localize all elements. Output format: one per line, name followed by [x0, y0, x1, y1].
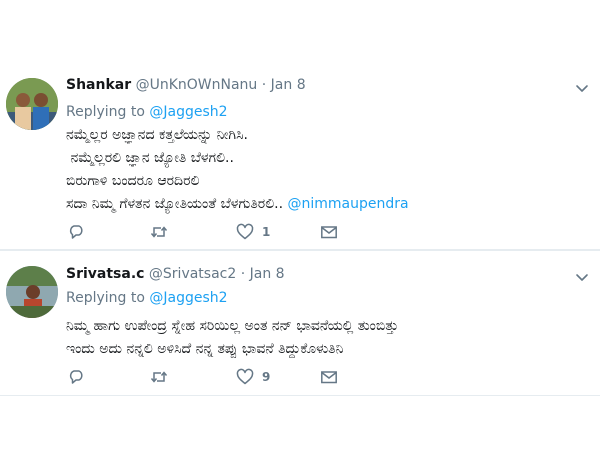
- mention-link[interactable]: @nimmaupendra: [287, 196, 408, 212]
- retweet-icon: [150, 226, 168, 238]
- like-count: 9: [262, 370, 271, 384]
- reply-button[interactable]: [68, 367, 86, 387]
- heart-icon: [236, 223, 254, 240]
- chevron-down-icon[interactable]: [574, 80, 590, 96]
- like-button[interactable]: 1: [236, 222, 270, 242]
- replying-to: Replying to @Jaggesh2: [66, 103, 228, 121]
- tweet[interactable]: Srivatsa.c @Srivatsac2 · Jan 8 Replying …: [0, 250, 600, 396]
- separator-dot: ·: [261, 77, 267, 93]
- display-name[interactable]: Srivatsa.c: [66, 266, 144, 282]
- user-handle[interactable]: @Srivatsac2: [149, 266, 236, 282]
- message-icon: [321, 371, 337, 384]
- replying-to-label: Replying to: [66, 104, 145, 120]
- tweet-header: Shankar @UnKnOWnNanu · Jan 8: [66, 76, 306, 94]
- tweet-text: ನಮ್ಮೆಲ್ಲರ ಅಜ್ಞಾನದ ಕತ್ತಲೆಯನ್ನು ನೀಗಿಸಿ. ನಮ…: [66, 124, 586, 216]
- direct-message-button[interactable]: [320, 222, 338, 242]
- tweet-actions: 9: [66, 367, 366, 387]
- tweet[interactable]: Shankar @UnKnOWnNanu · Jan 8 Replying to…: [0, 62, 600, 250]
- reply-icon: [69, 225, 83, 239]
- tweet-actions: 1: [66, 222, 366, 242]
- retweet-button[interactable]: [150, 222, 168, 242]
- tweet-text-line: ಬಿರುಗಾಳಿ ಬಂದರೂ ಆರದಿರಲಿ: [66, 173, 200, 189]
- replying-to: Replying to @Jaggesh2: [66, 289, 228, 307]
- tweet-text-line: ಇಂದು ಅದು ನನ್ನಲಿ ಅಳಿಸಿದೆ ನನ್ನ ತಪ್ಪು ಭಾವನೆ…: [66, 341, 344, 357]
- message-icon: [321, 226, 337, 239]
- replying-to-mention[interactable]: @Jaggesh2: [149, 104, 227, 120]
- tweet-text-line: ನಮ್ಮೆಲ್ಲರಲಿ ಜ್ಞಾನ ಜ್ಯೋತಿ ಬೆಳಗಲಿ..: [66, 150, 234, 166]
- tweet-text: ನಿಮ್ಮ ಹಾಗು ಉಪೇಂದ್ರ ಸ್ನೇಹ ಸರಿಯಿಲ್ಲ ಅಂತ ನನ…: [66, 315, 586, 361]
- tweet-text-line: ನಮ್ಮೆಲ್ಲರ ಅಜ್ಞಾನದ ಕತ್ತಲೆಯನ್ನು ನೀಗಿಸಿ.: [66, 127, 248, 143]
- tweet-text-line: ನಿಮ್ಮ ಹಾಗು ಉಪೇಂದ್ರ ಸ್ನೇಹ ಸರಿಯಿಲ್ಲ ಅಂತ ನನ…: [66, 318, 399, 334]
- reply-icon: [69, 370, 83, 384]
- tweet-text-line: ಸದಾ ನಿಮ್ಮ ಗೆಳತನ ಜ್ಯೋತಿಯಂತೆ ಬೆಳಗುತಿರಲಿ.. …: [66, 193, 586, 216]
- tweet-date[interactable]: Jan 8: [271, 77, 306, 93]
- replying-to-label: Replying to: [66, 290, 145, 306]
- separator-dot: ·: [240, 266, 246, 282]
- tweet-text-segment: ಸದಾ ನಿಮ್ಮ ಗೆಳತನ ಜ್ಯೋತಿಯಂತೆ ಬೆಳಗುತಿರಲಿ..: [66, 196, 284, 212]
- avatar[interactable]: [6, 266, 58, 318]
- direct-message-button[interactable]: [320, 367, 338, 387]
- retweet-icon: [150, 371, 168, 383]
- tweet-header: Srivatsa.c @Srivatsac2 · Jan 8: [66, 265, 285, 283]
- like-count: 1: [262, 225, 271, 239]
- chevron-down-icon[interactable]: [574, 269, 590, 285]
- heart-icon: [236, 368, 254, 385]
- tweet-date[interactable]: Jan 8: [250, 266, 285, 282]
- reply-button[interactable]: [68, 222, 86, 242]
- display-name[interactable]: Shankar: [66, 77, 131, 93]
- user-handle[interactable]: @UnKnOWnNanu: [136, 77, 258, 93]
- like-button[interactable]: 9: [236, 367, 270, 387]
- avatar[interactable]: [6, 78, 58, 130]
- retweet-button[interactable]: [150, 367, 168, 387]
- replying-to-mention[interactable]: @Jaggesh2: [149, 290, 227, 306]
